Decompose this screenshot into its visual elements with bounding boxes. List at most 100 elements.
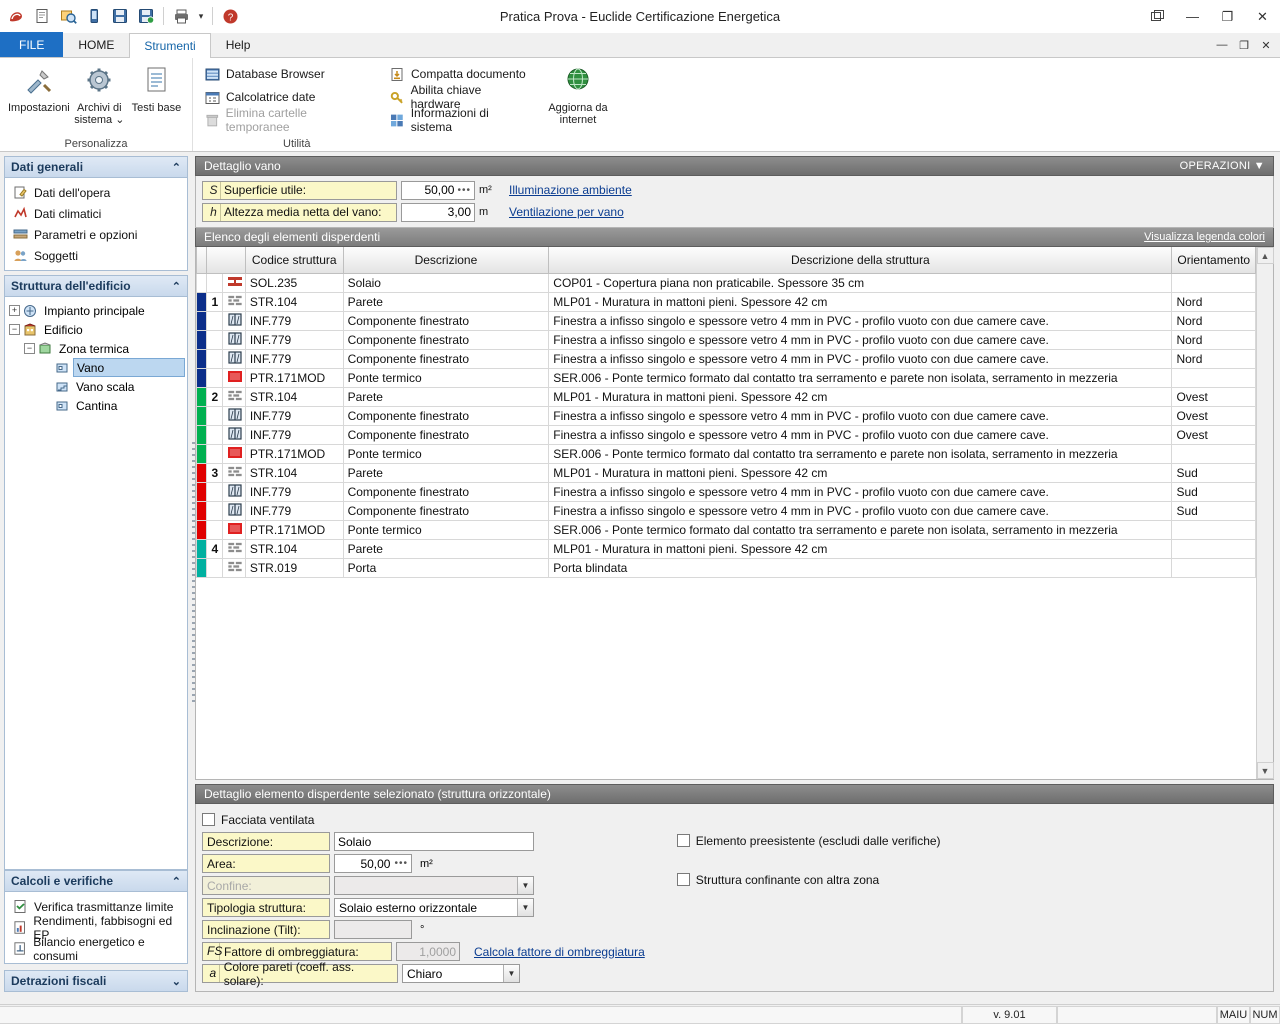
table-row[interactable]: INF.779Componente finestratoFinestra a i…	[197, 501, 1256, 520]
table-row[interactable]: 4STR.104PareteMLP01 - Muratura in matton…	[197, 539, 1256, 558]
panel-header-detrazioni[interactable]: Detrazioni fiscali ⌄	[4, 970, 188, 992]
open-search-icon[interactable]	[56, 4, 80, 28]
table-row[interactable]: INF.779Componente finestratoFinestra a i…	[197, 311, 1256, 330]
table-row[interactable]: INF.779Componente finestratoFinestra a i…	[197, 330, 1256, 349]
chevron-down-icon-tipologia[interactable]: ▼	[517, 899, 533, 916]
tipologia-select[interactable]: Solaio esterno orizzontale ▼	[334, 898, 534, 917]
struttura-confinante-checkbox[interactable]	[677, 873, 690, 886]
col-descrizione[interactable]: Descrizione	[343, 247, 549, 273]
inner-restore-button[interactable]: ❐	[1234, 35, 1254, 55]
informazioni-di-sistema-button[interactable]: Informazioni di sistema	[386, 110, 535, 130]
panel-header-dati-generali[interactable]: Dati generali ⌃	[4, 156, 188, 178]
tree-node-zona-termica[interactable]: − Zona termica	[7, 339, 185, 358]
minimize-button[interactable]: —	[1175, 0, 1210, 33]
calcola-fattore-ombreggiatura-link[interactable]: Calcola fattore di ombreggiatura	[474, 945, 645, 959]
struttura-confinante-row[interactable]: Struttura confinante con altra zona	[677, 870, 941, 889]
abilita-chiave-hardware-button[interactable]: Abilita chiave hardware	[386, 87, 535, 107]
chevron-down-icon-colore[interactable]: ▼	[503, 965, 519, 982]
expander-icon[interactable]: +	[9, 305, 20, 316]
save-as-icon[interactable]	[134, 4, 158, 28]
scroll-down-arrow-icon[interactable]: ▼	[1257, 762, 1274, 779]
table-row[interactable]: PTR.171MODPonte termicoSER.006 - Ponte t…	[197, 520, 1256, 539]
utilita-big[interactable]: Aggiorna da internet	[547, 61, 609, 130]
mobile-icon[interactable]	[82, 4, 106, 28]
new-document-icon[interactable]	[30, 4, 54, 28]
table-row[interactable]: PTR.171MODPonte termicoSER.006 - Ponte t…	[197, 444, 1256, 463]
fs-input[interactable]: 1,0000	[396, 942, 460, 961]
window-controls[interactable]: — ❐ ✕	[1140, 0, 1280, 33]
print-dropdown-icon[interactable]: ▾	[195, 4, 207, 28]
sidebar-item-soggetti[interactable]: Soggetti	[7, 245, 185, 266]
elimina-cartelle-temporanee-button[interactable]: Elimina cartelle temporanee	[201, 110, 374, 130]
table-row[interactable]: PTR.171MODPonte termicoSER.006 - Ponte t…	[197, 368, 1256, 387]
table-row[interactable]: INF.779Componente finestratoFinestra a i…	[197, 406, 1256, 425]
tree-node-vano-scala[interactable]: Vano scala	[7, 377, 185, 396]
ribbon-tab-strip[interactable]: FILE HOME Strumenti Help — ❐ ✕	[0, 33, 1280, 58]
compatta-documento-button[interactable]: Compatta documento	[386, 64, 535, 84]
sidebar-item-parametri-e-opzioni[interactable]: Parametri e opzioni	[7, 224, 185, 245]
print-icon[interactable]	[169, 4, 193, 28]
quick-access-toolbar[interactable]: ▾ ?	[0, 4, 242, 28]
col-descrizione-struttura[interactable]: Descrizione della struttura	[549, 247, 1172, 273]
inclinazione-input[interactable]	[334, 920, 412, 939]
tree-node-cantina[interactable]: Cantina	[7, 396, 185, 415]
calcolatrice-date-button[interactable]: Calcolatrice date	[201, 87, 374, 107]
col-orientamento[interactable]: Orientamento	[1172, 247, 1256, 273]
operazioni-menu-button[interactable]: OPERAZIONI ▼	[1180, 160, 1265, 172]
area-input[interactable]: 50,00 •••	[334, 854, 412, 873]
chevron-up-icon[interactable]: ⌃	[172, 161, 181, 174]
tab-file[interactable]: FILE	[0, 32, 63, 57]
impostazioni-button[interactable]: Impostazioni	[8, 61, 70, 126]
personalizza-buttons[interactable]: Impostazioni Archivi di sistema ⌄	[8, 61, 184, 126]
panel-header-struttura[interactable]: Struttura dell'edificio ⌃	[4, 275, 188, 297]
archivi-di-sistema-button[interactable]: Archivi di sistema ⌄	[72, 61, 127, 126]
close-button[interactable]: ✕	[1245, 0, 1280, 33]
euclide-logo-icon[interactable]	[4, 4, 28, 28]
tree-node-vano[interactable]: Vano	[7, 358, 185, 377]
tab-help[interactable]: Help	[211, 32, 266, 57]
ventilazione-per-vano-link[interactable]: Ventilazione per vano	[509, 205, 624, 219]
chevron-up-icon-struttura[interactable]: ⌃	[172, 280, 181, 293]
illuminazione-ambiente-link[interactable]: Illuminazione ambiente	[509, 183, 632, 197]
facciata-ventilata-checkbox[interactable]	[202, 813, 215, 826]
utilita-col2[interactable]: Compatta documento Abilita chiave hardwa…	[386, 61, 535, 130]
expander-icon-zona[interactable]: −	[24, 343, 35, 354]
help-red-icon[interactable]: ?	[218, 4, 242, 28]
scroll-up-arrow-icon[interactable]: ▲	[1257, 247, 1274, 264]
restore-down-icon[interactable]	[1140, 0, 1175, 33]
chevron-down-icon-detrazioni[interactable]: ⌄	[172, 975, 181, 988]
utilita-col1[interactable]: Database Browser Calcolatrice date Elimi…	[201, 61, 374, 130]
area-ellipsis-button[interactable]: •••	[394, 858, 408, 869]
chevron-down-icon-confine[interactable]: ▼	[517, 877, 533, 894]
colore-pareti-select[interactable]: Chiaro ▼	[402, 964, 520, 983]
maximize-button[interactable]: ❐	[1210, 0, 1245, 33]
elemento-preesistente-checkbox[interactable]	[677, 834, 690, 847]
descrizione-input[interactable]: Solaio	[334, 832, 534, 851]
panel-header-calcoli[interactable]: Calcoli e verifiche ⌃	[4, 870, 188, 892]
sidebar-item-dati-climatici[interactable]: Dati climatici	[7, 203, 185, 224]
database-browser-button[interactable]: Database Browser	[201, 64, 374, 84]
visualizza-legenda-colori-link[interactable]: Visualizza legenda colori	[1144, 231, 1265, 243]
col-codice-struttura[interactable]: Codice struttura	[245, 247, 343, 273]
table-row[interactable]: INF.779Componente finestratoFinestra a i…	[197, 482, 1256, 501]
tree-node-impianto-principale[interactable]: + Impianto principale	[7, 301, 185, 320]
testi-base-button[interactable]: Testi base	[129, 61, 184, 126]
inner-minimize-button[interactable]: —	[1212, 35, 1232, 55]
sidebar-item-dati-dell-opera[interactable]: Dati dell'opera	[7, 182, 185, 203]
table-row[interactable]: 3STR.104PareteMLP01 - Muratura in matton…	[197, 463, 1256, 482]
table-row[interactable]: STR.019PortaPorta blindata	[197, 558, 1256, 577]
confine-select[interactable]: ▼	[334, 876, 534, 895]
inner-close-button[interactable]: ✕	[1256, 35, 1276, 55]
tab-home[interactable]: HOME	[63, 32, 129, 57]
elemento-preesistente-row[interactable]: Elemento preesistente (escludi dalle ver…	[677, 831, 941, 850]
table-row[interactable]: SOL.235SolaioCOP01 - Copertura piana non…	[197, 273, 1256, 292]
tree-node-edificio[interactable]: − Edificio	[7, 320, 185, 339]
table-row[interactable]: 2STR.104PareteMLP01 - Muratura in matton…	[197, 387, 1256, 406]
sidebar-item-bilancio-energetico[interactable]: Bilancio energetico e consumi	[7, 938, 185, 959]
tab-strumenti[interactable]: Strumenti	[129, 33, 210, 58]
table-row[interactable]: 1STR.104PareteMLP01 - Muratura in matton…	[197, 292, 1256, 311]
table-row[interactable]: INF.779Componente finestratoFinestra a i…	[197, 425, 1256, 444]
facciata-ventilata-checkbox-row[interactable]: Facciata ventilata	[202, 810, 645, 829]
expander-icon-edificio[interactable]: −	[9, 324, 20, 335]
superficie-utile-input[interactable]: 50,00 •••	[401, 181, 475, 200]
